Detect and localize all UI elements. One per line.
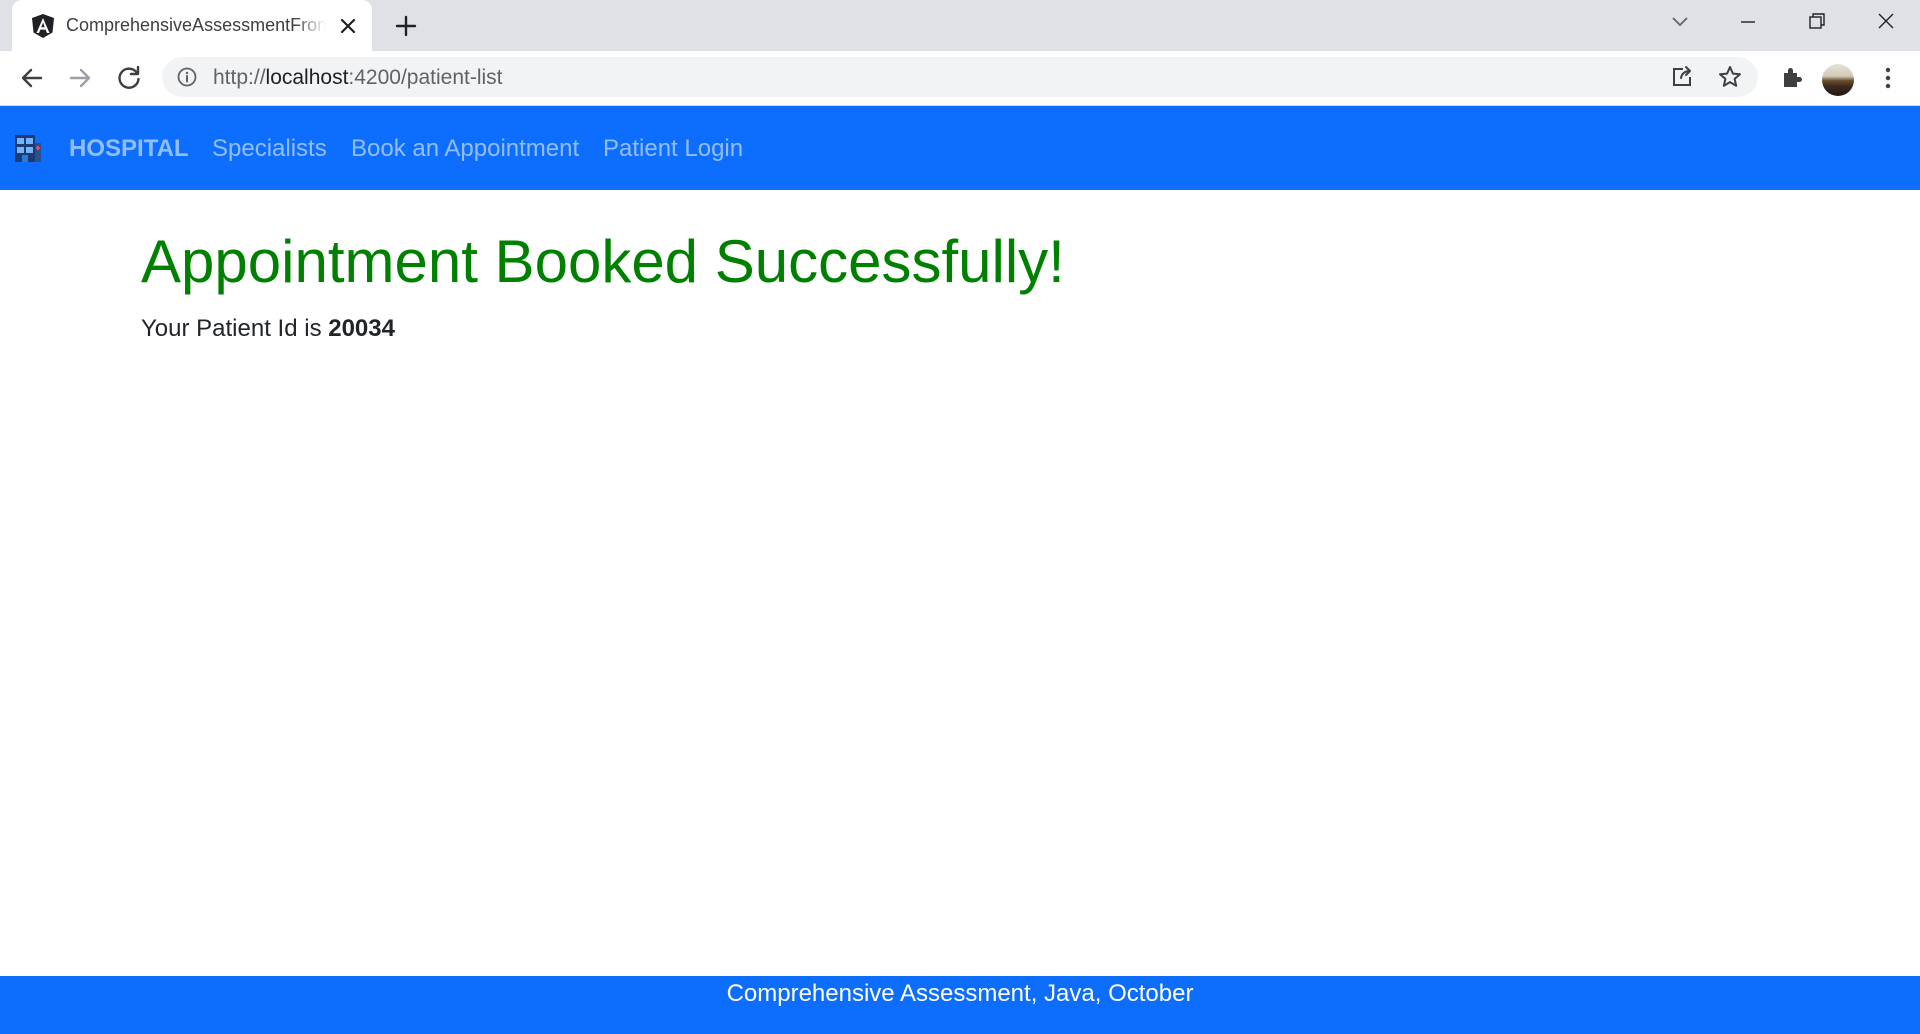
browser-toolbar: http://localhost:4200/patient-list [0,51,1920,106]
tab-search-icon[interactable] [1662,8,1698,36]
close-tab-icon[interactable] [337,15,359,37]
patient-id-label: Your Patient Id is [141,315,322,342]
url-text[interactable]: http://localhost:4200/patient-list [213,66,503,90]
patient-id-value: 20034 [328,315,395,342]
navbar-brand[interactable]: HOSPITAL [69,135,189,163]
forward-icon[interactable] [64,62,96,94]
url-path: :4200/patient-list [348,66,503,89]
reload-icon[interactable] [113,62,145,94]
window-close-icon[interactable] [1868,8,1904,36]
url-host: localhost [265,66,349,89]
nav-link-specialists[interactable]: Specialists [212,135,327,163]
minimize-icon[interactable] [1730,8,1766,36]
menu-icon[interactable] [1872,62,1904,94]
address-bar[interactable]: http://localhost:4200/patient-list [162,57,1758,97]
browser-tabstrip: ComprehensiveAssessmentFrontend [0,0,1920,51]
extensions-icon[interactable] [1775,62,1807,94]
restore-icon[interactable] [1798,8,1834,36]
profile-avatar[interactable] [1822,64,1854,96]
browser-tab[interactable]: ComprehensiveAssessmentFrontend [12,0,372,51]
site-info-icon[interactable] [176,66,198,88]
share-icon[interactable] [1669,64,1695,90]
url-scheme: http:// [213,66,266,89]
navbar: HOSPITAL Specialists Book an Appointment… [0,106,1920,190]
footer: Comprehensive Assessment, Java, October [0,976,1920,1034]
tab-title: ComprehensiveAssessmentFrontend [66,15,326,35]
angular-icon [32,14,54,38]
patient-id-line: Your Patient Id is 20034 [141,315,395,343]
hospital-logo-icon[interactable] [14,133,42,163]
success-heading: Appointment Booked Successfully! [141,228,1065,295]
new-tab-icon[interactable] [393,13,419,39]
nav-link-patient-login[interactable]: Patient Login [603,135,743,163]
star-icon[interactable] [1717,64,1743,90]
footer-text: Comprehensive Assessment, Java, October [726,980,1194,1007]
nav-link-book-appointment[interactable]: Book an Appointment [351,135,579,163]
back-icon[interactable] [16,62,48,94]
